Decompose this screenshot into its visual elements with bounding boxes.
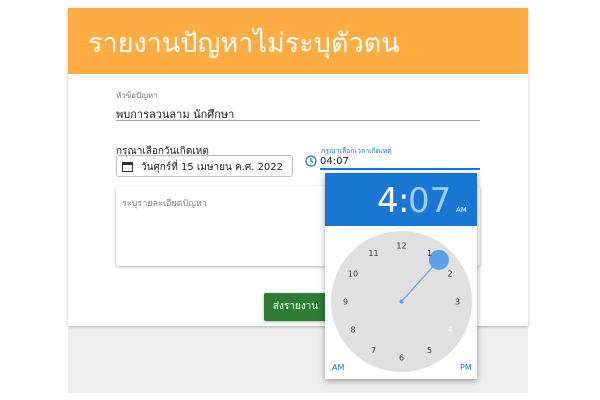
picker-minute[interactable]: 07 — [408, 181, 451, 221]
subject-label: หัวข้อปัญหา — [116, 91, 158, 100]
clock-number[interactable]: 12 — [396, 242, 406, 251]
clock-face[interactable]: 121234567891011 — [331, 231, 472, 372]
clock-icon — [305, 155, 317, 167]
clock-number[interactable]: 10 — [348, 270, 358, 279]
clock-number[interactable]: 5 — [427, 346, 432, 355]
picker-period: AM — [456, 206, 467, 214]
picker-hour[interactable]: 4 — [377, 181, 399, 221]
time-underline — [320, 168, 480, 170]
time-picker-dialog: 4 : 07 AM 12 1 2 3 4 5 6 7 8 9 10 11 AM PM — [325, 173, 477, 379]
clock-number[interactable]: 8 — [350, 326, 355, 335]
clock-number[interactable]: 4 — [447, 326, 452, 335]
am-button[interactable]: AM — [332, 363, 344, 372]
clock-number[interactable]: 11 — [368, 249, 378, 258]
clock-number[interactable]: 2 — [447, 270, 452, 279]
date-field[interactable]: วันศุกร์ที่ 15 เมษายน ค.ศ. 2022 — [116, 155, 293, 177]
submit-button[interactable]: ส่งรายงาน — [264, 293, 327, 321]
calendar-icon — [122, 162, 133, 172]
date-value: วันศุกร์ที่ 15 เมษายน ค.ศ. 2022 — [141, 162, 284, 173]
pm-button[interactable]: PM — [460, 363, 472, 372]
clock-number[interactable]: 7 — [371, 346, 376, 355]
time-picker-header: 4 : 07 AM — [325, 173, 477, 226]
form-header: รายงานปัญหาไม่ระบุตัวตน — [68, 8, 528, 74]
clock-number[interactable]: 9 — [343, 298, 348, 307]
time-field[interactable]: 04:07 — [320, 156, 349, 167]
clock-number[interactable]: 6 — [399, 354, 404, 363]
clock-number[interactable]: 1 — [427, 249, 432, 258]
clock-center — [399, 299, 404, 304]
subject-underline — [116, 120, 480, 121]
description-placeholder: ระบุรายละเอียดปัญหา — [122, 199, 207, 209]
clock-number[interactable]: 3 — [455, 298, 460, 307]
page-title: รายงานปัญหาไม่ระบุตัวตน — [88, 28, 400, 59]
